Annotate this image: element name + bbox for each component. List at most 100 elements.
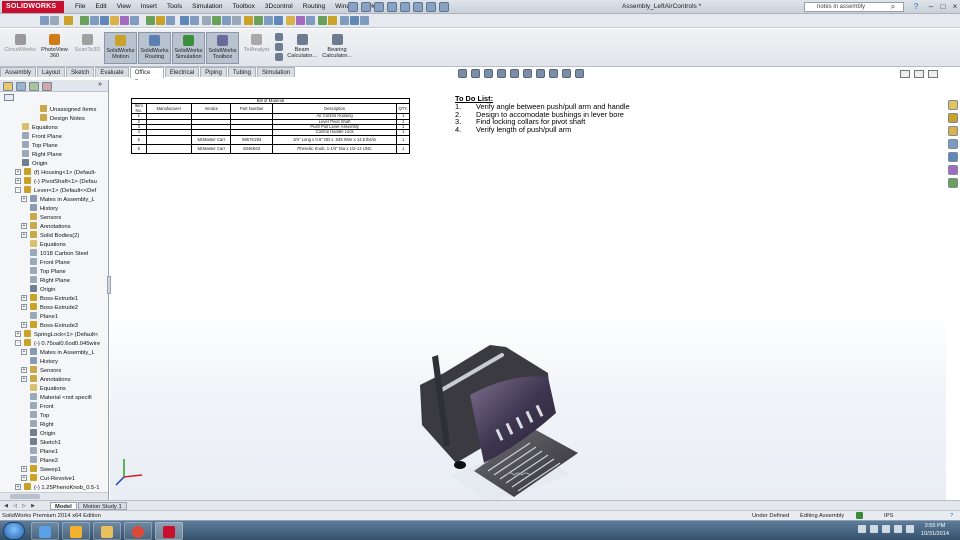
todo-note[interactable]: To Do List: 1. Verify angle between push/… [455, 95, 755, 134]
menu-toolbox[interactable]: Toolbox [227, 0, 259, 14]
view-settings-icon[interactable] [575, 69, 584, 78]
previous-view-icon[interactable] [484, 69, 493, 78]
assembly-features-icon[interactable] [340, 16, 349, 25]
scanto3d-button[interactable]: ScanTo3D [72, 32, 103, 64]
viewport-restore-icon[interactable] [914, 70, 924, 78]
tree-item-sketch1[interactable]: Sketch1 [30, 438, 61, 447]
menu-insert[interactable]: Insert [136, 0, 162, 14]
solidworks-routing-button[interactable]: SolidWorks Routing [138, 32, 171, 64]
smart-fasteners-icon[interactable] [202, 16, 211, 25]
tree-item-plane1[interactable]: Plane1 [30, 312, 58, 321]
tab-evaluate[interactable]: Evaluate [95, 67, 129, 77]
solidworks-toolbox-button[interactable]: SolidWorks Toolbox [206, 32, 239, 64]
tab-tubing[interactable]: Tubing [227, 67, 256, 77]
search-results-icon[interactable] [948, 139, 958, 149]
solidworks-simulation-button[interactable]: SolidWorks Simulation [172, 32, 205, 64]
custom-properties-icon[interactable] [948, 178, 958, 188]
collapse-icon[interactable]: - [15, 187, 21, 193]
new-part-icon[interactable] [328, 16, 337, 25]
tab-piping[interactable]: Piping [200, 67, 227, 77]
tree-item-history[interactable]: History [30, 204, 58, 213]
menu-simulation[interactable]: Simulation [187, 0, 227, 14]
linear-pattern-icon[interactable] [360, 16, 369, 25]
reference-geometry-icon[interactable] [180, 16, 189, 25]
tree-item-plane2[interactable]: Plane2 [30, 456, 58, 465]
bom-icon[interactable] [212, 16, 221, 25]
select-icon[interactable] [64, 16, 73, 25]
tree-item-history[interactable]: History [30, 357, 58, 366]
tree-item-lever-1-default-def[interactable]: Lever<1> (Default<<Def [24, 186, 96, 195]
undo-icon[interactable] [222, 16, 231, 25]
tree-item-equations[interactable]: Equations [22, 123, 58, 132]
expand-icon[interactable]: + [15, 331, 21, 337]
assembly-features-icon[interactable] [166, 16, 175, 25]
menu-tools[interactable]: Tools [162, 0, 187, 14]
minimize-icon[interactable]: – [926, 1, 936, 12]
hide-show-items-icon[interactable] [536, 69, 545, 78]
rebuild-status-icon[interactable] [856, 512, 863, 519]
action-center-flag-icon[interactable] [870, 525, 878, 533]
expand-icon[interactable]: + [15, 484, 21, 490]
bearing-calculator-button[interactable]: Bearing Calculator... [320, 32, 354, 64]
volume-icon[interactable] [894, 525, 902, 533]
tree-item-cut-revolve1[interactable]: Cut-Revolve1 [30, 474, 75, 483]
tab-motion-study-1[interactable]: Motion Study 1 [78, 502, 127, 510]
solidworks-resources-icon[interactable] [948, 100, 958, 110]
move-icon[interactable] [100, 16, 109, 25]
solidworks-motion-button[interactable]: SolidWorks Motion [104, 32, 137, 64]
expand-icon[interactable]: + [21, 466, 27, 472]
system-clock[interactable]: 3:55 PM 10/31/2014 [914, 522, 956, 538]
bom-row[interactable]: 6 McMaster Carr 6046K63 Phenolic Knob, 1-1/… [131, 143, 410, 154]
circuitworks-button[interactable]: CircuitWorks [3, 32, 37, 64]
tree-item-annotations[interactable]: Annotations [30, 222, 71, 231]
insert-component-icon[interactable] [318, 16, 327, 25]
expand-icon[interactable]: + [21, 322, 27, 328]
bom-row[interactable]: 5 McMaster Carr 9657K293 3/4" Long x 0.6" O… [131, 134, 410, 145]
collapse-icon[interactable]: - [15, 340, 21, 346]
expand-icon[interactable]: + [15, 169, 21, 175]
redo-icon[interactable] [50, 16, 59, 25]
tab-assembly[interactable]: Assembly [0, 67, 37, 77]
panel-splitter[interactable] [107, 276, 111, 294]
tree-item-material-not-specifi[interactable]: Material <not specifi [30, 393, 92, 402]
viewport-minimize-icon[interactable] [900, 70, 910, 78]
mate-icon[interactable] [130, 16, 139, 25]
menu-edit[interactable]: Edit [90, 0, 111, 14]
feature-manager-tab-icon[interactable] [3, 82, 13, 91]
expand-icon[interactable]: + [21, 376, 27, 382]
scrollbar-thumb[interactable] [10, 494, 40, 499]
tree-item-top-plane[interactable]: Top Plane [22, 141, 58, 150]
display-style-icon[interactable] [523, 69, 532, 78]
tree-item-boss-extrude2[interactable]: Boss-Extrude2 [30, 303, 78, 312]
close-icon[interactable]: × [950, 1, 960, 12]
expand-icon[interactable]: + [21, 196, 27, 202]
tree-item-boss-extrude3[interactable]: Boss-Extrude3 [30, 321, 78, 330]
tree-item-1018-carbon-steel[interactable]: 1018 Carbon Steel [30, 249, 88, 258]
expand-icon[interactable]: + [21, 223, 27, 229]
taskbar-grid-app[interactable] [62, 522, 90, 540]
edit-appearance-icon[interactable] [549, 69, 558, 78]
display-manager-tab-icon[interactable] [42, 82, 52, 91]
assembly-3d-model[interactable] [410, 325, 588, 503]
zoom-to-fit-icon[interactable] [458, 69, 467, 78]
insert-component-icon[interactable] [146, 16, 155, 25]
horizontal-scrollbar[interactable] [0, 492, 108, 500]
undo-icon[interactable] [400, 2, 410, 12]
tree-item-mates-in-assembly-l[interactable]: Mates in Assembly_L [30, 195, 95, 204]
tree-item-boss-extrude1[interactable]: Boss-Extrude1 [30, 294, 78, 303]
filter-icon[interactable] [4, 94, 14, 101]
expand-icon[interactable]: + [21, 304, 27, 310]
view-orientation-icon[interactable] [510, 69, 519, 78]
explode-icon[interactable] [296, 16, 305, 25]
expand-icon[interactable]: + [21, 367, 27, 373]
expand-icon[interactable]: + [15, 178, 21, 184]
apply-scene-icon[interactable] [562, 69, 571, 78]
search-icon[interactable]: ⌕ [888, 2, 898, 12]
tree-item-unassigned-items[interactable]: Unassigned Items [40, 105, 96, 114]
tree-filter[interactable] [0, 93, 108, 103]
new-document-icon[interactable] [348, 2, 358, 12]
open-icon[interactable] [361, 2, 371, 12]
display-icon[interactable] [882, 525, 890, 533]
tree-item-springlock-1-default[interactable]: SpringLock<1> (Default< [24, 330, 98, 339]
tree-item-origin[interactable]: Origin [22, 159, 47, 168]
